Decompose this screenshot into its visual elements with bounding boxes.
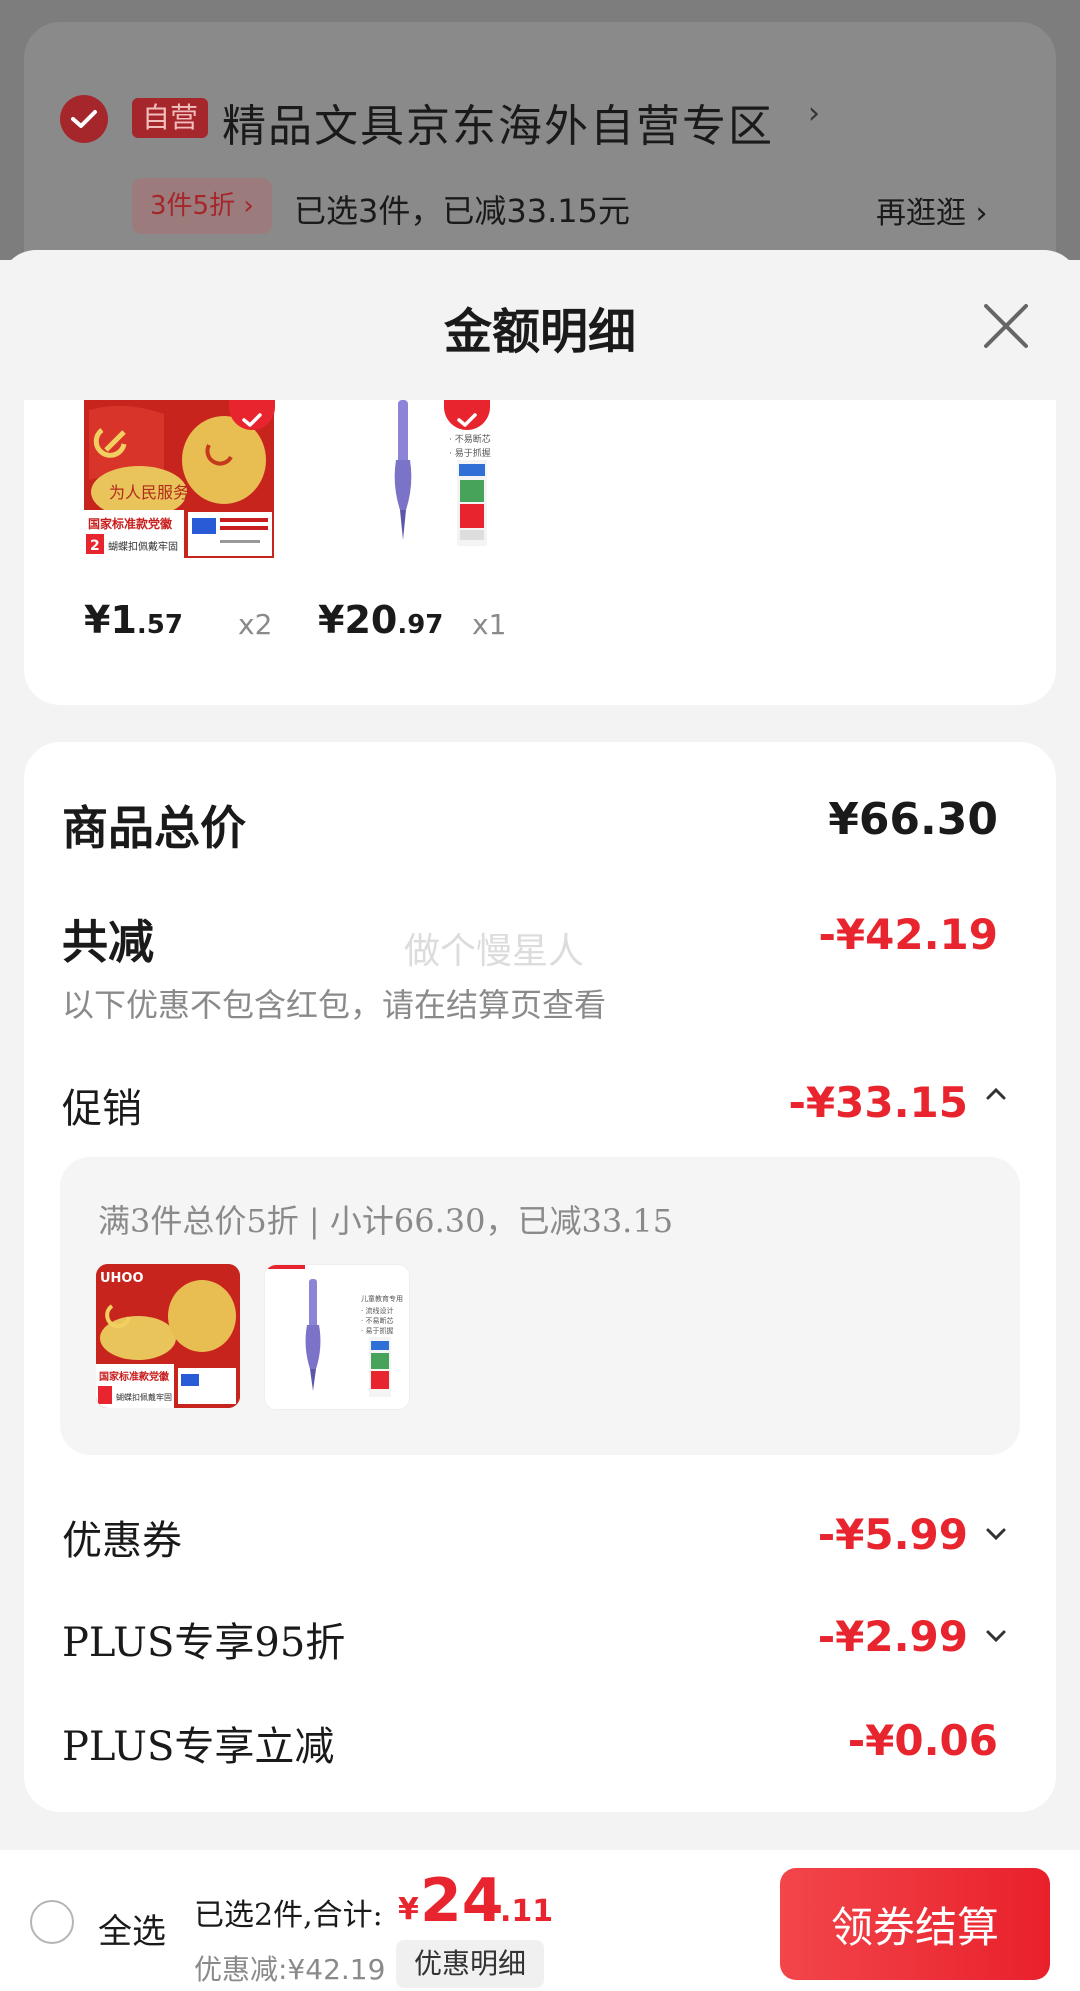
- svg-text:国家标准款党徽: 国家标准款党徽: [99, 1370, 170, 1383]
- watermark-text: 做个慢星人: [404, 931, 585, 972]
- plus-95-discount-value[interactable]: -¥2.99: [818, 1612, 968, 1661]
- discount-summary: 优惠减:¥42.19: [194, 1953, 386, 1986]
- product-list: 为人民服务 国家标准款党徽 2 蝴蝶扣佩戴牢固 · 不易断芯 · 易于抓握 ¥1…: [24, 400, 1056, 705]
- svg-text:儿童教育专用: 儿童教育专用: [361, 1294, 403, 1303]
- svg-text:· 不易断芯: · 不易断芯: [449, 433, 491, 445]
- svg-text:国家标准款党徽: 国家标准款党徽: [88, 516, 173, 531]
- chevron-right-icon: ›: [808, 96, 820, 131]
- product-quantity: x2: [238, 608, 273, 641]
- store-name[interactable]: 精品文具京东海外自营专区: [222, 90, 774, 154]
- discount-detail-button[interactable]: 优惠明细: [396, 1940, 545, 1988]
- self-operated-badge: 自营: [132, 98, 209, 138]
- select-all-radio[interactable]: [30, 1900, 74, 1944]
- total-amount-integer: 24: [420, 1866, 504, 1936]
- coupon-label[interactable]: 优惠券: [62, 1508, 182, 1566]
- svg-text:· 不易断芯: · 不易断芯: [361, 1316, 393, 1325]
- close-icon[interactable]: [976, 296, 1036, 356]
- product-quantity: x1: [472, 608, 507, 641]
- total-price-value: ¥66.30: [828, 794, 998, 845]
- plus-instant-reduction-label: PLUS专享立减: [62, 1724, 335, 1770]
- promo-summary: 已选3件，已减33.15元: [294, 192, 630, 230]
- total-reduction-value: -¥42.19: [818, 910, 998, 959]
- chevron-down-icon[interactable]: [984, 1520, 1008, 1553]
- price-decimal: .57: [136, 610, 183, 640]
- plus-95-discount-label[interactable]: PLUS专享95折: [62, 1610, 345, 1668]
- svg-text:2: 2: [90, 538, 100, 554]
- plus-instant-reduction-value: -¥0.06: [847, 1716, 998, 1765]
- svg-text:UHOO: UHOO: [100, 1271, 144, 1286]
- svg-text:· 易于抓握: · 易于抓握: [449, 447, 491, 459]
- select-all-label[interactable]: 全选: [98, 1904, 166, 1953]
- total-price-label: 商品总价: [62, 801, 246, 855]
- reduction-note: 以下优惠不包含红包，请在结算页查看: [62, 986, 607, 1024]
- svg-text:为人民服务: 为人民服务: [109, 483, 189, 502]
- store-check-icon[interactable]: [60, 95, 108, 143]
- selected-summary: 已选2件,合计:: [194, 1898, 383, 1933]
- chevron-down-icon[interactable]: [984, 1622, 1008, 1655]
- total-currency-symbol: ¥: [398, 1892, 419, 1927]
- svg-text:蝴蝶扣佩戴牢固: 蝴蝶扣佩戴牢固: [116, 1392, 172, 1402]
- coupon-value[interactable]: -¥5.99: [818, 1510, 968, 1559]
- product-price: ¥1.57: [84, 598, 183, 642]
- chevron-up-icon[interactable]: [984, 1080, 1008, 1113]
- promotion-label[interactable]: 促销: [62, 1076, 142, 1134]
- promo-thumbnail-pencil[interactable]: 儿童教育专用 · 流线设计 · 不易断芯 · 易于抓握: [264, 1264, 410, 1410]
- promotion-value[interactable]: -¥33.15: [788, 1078, 968, 1127]
- product-price: ¥20.97: [318, 598, 443, 642]
- promo-thumbnail-party-badge[interactable]: UHOO 国家标准款党徽 蝴蝶扣佩戴牢固: [96, 1264, 240, 1408]
- total-reduction-label: 共减: [62, 915, 154, 969]
- sheet-title: 金额明细: [443, 304, 636, 360]
- checkout-button[interactable]: 领券结算: [780, 1868, 1050, 1980]
- svg-text:蝴蝶扣佩戴牢固: 蝴蝶扣佩戴牢固: [108, 540, 178, 553]
- total-amount-decimal: .11: [500, 1894, 554, 1929]
- svg-text:· 易于抓握: · 易于抓握: [361, 1326, 393, 1335]
- promo-tag[interactable]: 3件5折 ›: [132, 178, 272, 234]
- browse-more-link[interactable]: 再逛逛 ›: [876, 188, 988, 232]
- price-integer: ¥20: [318, 598, 398, 642]
- price-integer: ¥1: [84, 598, 137, 642]
- price-decimal: .97: [397, 610, 444, 640]
- svg-text:· 流线设计: · 流线设计: [361, 1306, 393, 1315]
- promotion-detail-text: 满3件总价5折 | 小计66.30，已减33.15: [98, 1202, 674, 1240]
